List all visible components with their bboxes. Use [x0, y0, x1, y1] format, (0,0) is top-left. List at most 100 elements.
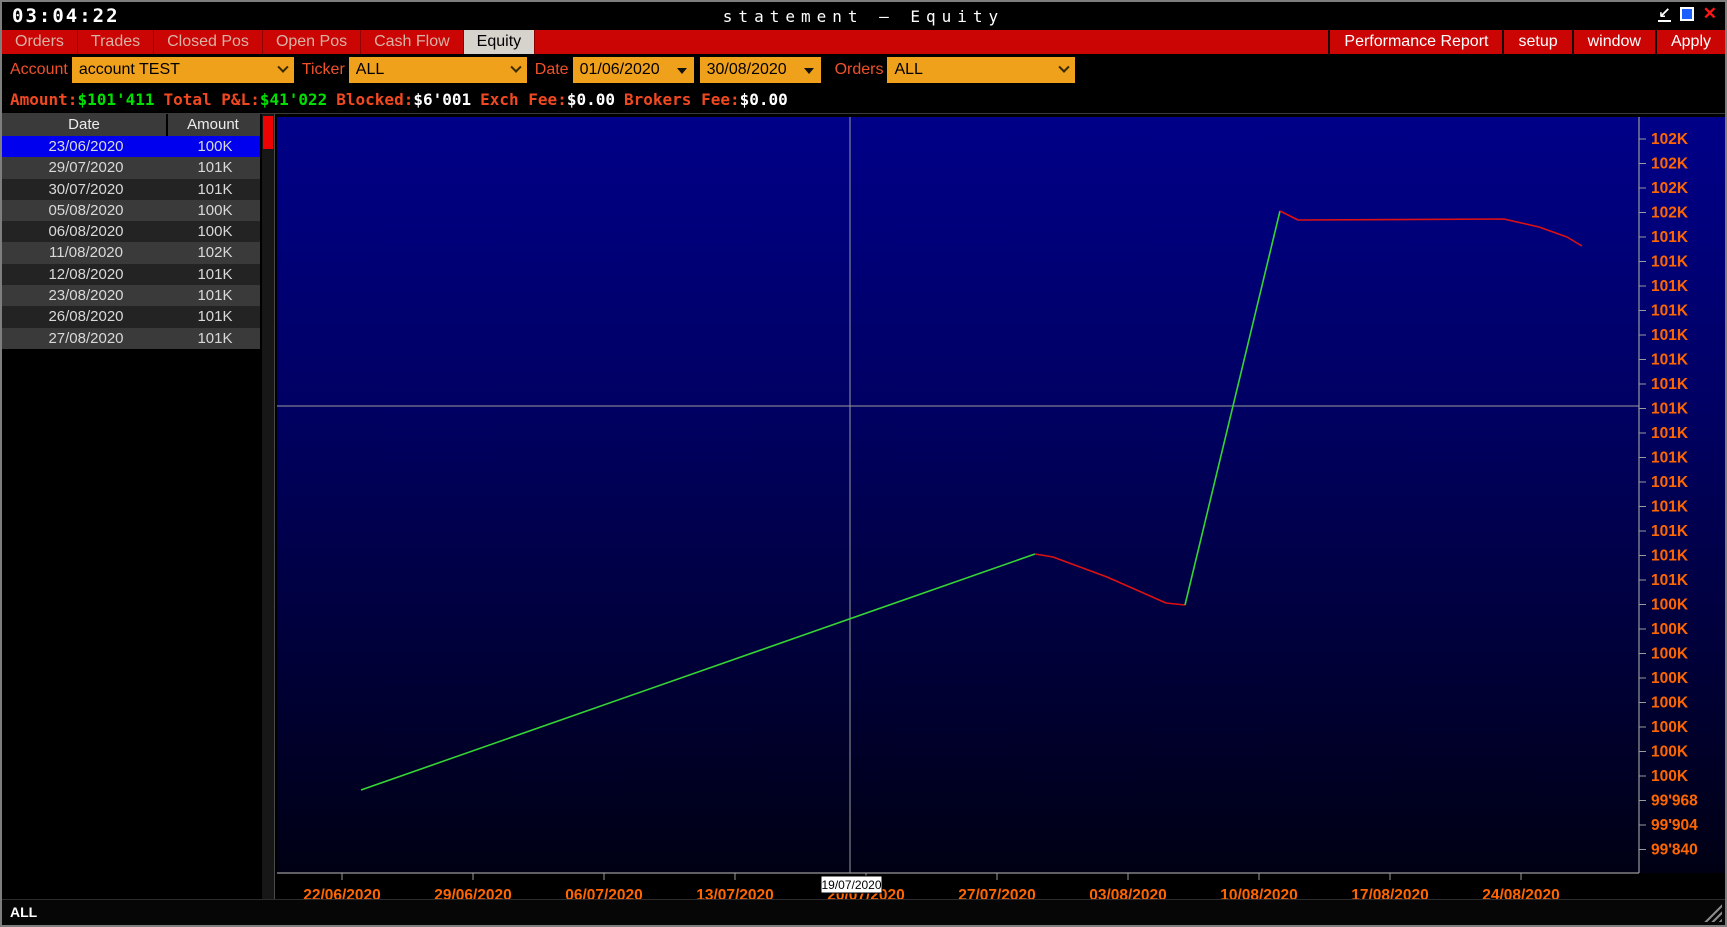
y-tick-label: 99'968: [1651, 793, 1698, 810]
y-tick-label: 100K: [1651, 768, 1689, 785]
summary-value: $0.00: [740, 90, 788, 109]
table-body: 23/06/2020100K29/07/2020101K30/07/202010…: [2, 136, 260, 349]
x-tick-label: 17/08/2020: [1351, 887, 1429, 899]
y-tick-label: 99'904: [1651, 817, 1698, 834]
y-tick-label: 100K: [1651, 597, 1689, 614]
table-row[interactable]: 11/08/2020102K: [2, 242, 260, 263]
chevron-down-icon: [510, 62, 521, 73]
table-row[interactable]: 29/07/2020101K: [2, 157, 260, 178]
cell-date: 29/07/2020: [2, 157, 170, 178]
tab-cash-flow[interactable]: Cash Flow: [361, 30, 464, 54]
cell-date: 27/08/2020: [2, 328, 170, 349]
cell-amount: 102K: [170, 242, 260, 263]
cell-date: 12/08/2020: [2, 264, 170, 285]
y-tick-label: 101K: [1651, 229, 1689, 246]
tab-trades[interactable]: Trades: [78, 30, 154, 54]
y-tick-label: 101K: [1651, 278, 1689, 295]
menu-item-performance-report[interactable]: Performance Report: [1328, 30, 1502, 54]
tab-open-pos[interactable]: Open Pos: [263, 30, 361, 54]
cell-amount: 100K: [170, 221, 260, 242]
y-tick-label: 100K: [1651, 621, 1689, 638]
menu-bar: OrdersTradesClosed PosOpen PosCash FlowE…: [2, 30, 1725, 54]
y-tick-label: 101K: [1651, 523, 1689, 540]
cell-amount: 101K: [170, 264, 260, 285]
x-axis-ticks: 22/06/202029/06/202006/07/202013/07/2020…: [303, 873, 1560, 899]
ticker-select[interactable]: ALL: [349, 57, 527, 83]
table-scrollbar[interactable]: [262, 114, 275, 899]
cell-date: 23/08/2020: [2, 285, 170, 306]
resize-grip[interactable]: [1704, 904, 1722, 922]
summary-label: Amount:: [10, 90, 77, 109]
dropdown-arrow-icon: [804, 68, 814, 79]
cell-date: 30/07/2020: [2, 179, 170, 200]
chevron-down-icon: [277, 62, 288, 73]
account-value: account TEST: [79, 61, 180, 79]
menu-item-window[interactable]: window: [1572, 30, 1655, 54]
account-select[interactable]: account TEST: [72, 57, 294, 83]
table-row[interactable]: 12/08/2020101K: [2, 264, 260, 285]
summary-value: $101'411: [77, 90, 154, 109]
tab-closed-pos[interactable]: Closed Pos: [154, 30, 263, 54]
menu-tabs: OrdersTradesClosed PosOpen PosCash FlowE…: [2, 30, 535, 54]
cell-amount: 101K: [170, 306, 260, 327]
x-tick-label: 27/07/2020: [958, 887, 1036, 899]
date-from-picker[interactable]: 01/06/2020: [573, 57, 694, 83]
ticker-label: Ticker: [302, 61, 345, 79]
y-tick-label: 101K: [1651, 352, 1689, 369]
y-tick-label: 101K: [1651, 450, 1689, 467]
window-controls: ↙ ✕: [1658, 6, 1717, 22]
y-tick-label: 101K: [1651, 499, 1689, 516]
y-tick-label: 101K: [1651, 474, 1689, 491]
date-to-picker[interactable]: 30/08/2020: [700, 57, 821, 83]
window-title: statement – Equity: [2, 7, 1725, 26]
y-tick-label: 102K: [1651, 180, 1689, 197]
menu-item-setup[interactable]: setup: [1502, 30, 1571, 54]
table-row[interactable]: 23/06/2020100K: [2, 136, 260, 157]
close-icon[interactable]: ✕: [1703, 6, 1717, 22]
cell-amount: 100K: [170, 200, 260, 221]
summary-label: Exch Fee:: [480, 90, 567, 109]
x-tick-label: 29/06/2020: [434, 887, 512, 899]
amounts-table: Date Amount 23/06/2020100K29/07/2020101K…: [2, 114, 260, 349]
y-tick-label: 101K: [1651, 548, 1689, 565]
orders-select[interactable]: ALL: [887, 57, 1075, 83]
cell-amount: 101K: [170, 179, 260, 200]
scrollbar-thumb[interactable]: [263, 116, 273, 149]
summary-label: Blocked:: [336, 90, 413, 109]
table-row[interactable]: 30/07/2020101K: [2, 179, 260, 200]
minimize-icon[interactable]: ↙: [1658, 6, 1671, 22]
orders-filter-label: Orders: [835, 61, 884, 79]
tab-equity[interactable]: Equity: [464, 30, 535, 54]
menu-item-apply[interactable]: Apply: [1655, 30, 1725, 54]
filter-bar: Account account TEST Ticker ALL Date 01/…: [2, 54, 1725, 86]
y-tick-label: 100K: [1651, 670, 1689, 687]
table-row[interactable]: 27/08/2020101K: [2, 328, 260, 349]
column-header-amount[interactable]: Amount: [168, 114, 258, 136]
equity-chart[interactable]: 102K102K102K102K101K101K101K101K101K101K…: [277, 114, 1725, 899]
x-tick-label: 03/08/2020: [1089, 887, 1167, 899]
y-tick-label: 100K: [1651, 744, 1689, 761]
y-tick-label: 102K: [1651, 156, 1689, 173]
y-tick-label: 101K: [1651, 303, 1689, 320]
y-tick-label: 101K: [1651, 376, 1689, 393]
cell-amount: 100K: [170, 136, 260, 157]
tooltip-text: 19/07/2020: [821, 878, 881, 892]
column-header-date[interactable]: Date: [2, 114, 168, 136]
y-tick-label: 100K: [1651, 695, 1689, 712]
y-tick-label: 101K: [1651, 572, 1689, 589]
crosshair-tooltip: 19/07/2020: [821, 876, 882, 893]
maximize-icon[interactable]: [1680, 7, 1694, 21]
y-tick-label: 101K: [1651, 425, 1689, 442]
chevron-down-icon: [1059, 62, 1070, 73]
table-row[interactable]: 06/08/2020100K: [2, 221, 260, 242]
summary-value: $41'022: [260, 90, 327, 109]
y-tick-label: 100K: [1651, 719, 1689, 736]
summary-value: $6'001: [413, 90, 471, 109]
table-row[interactable]: 23/08/2020101K: [2, 285, 260, 306]
tab-orders[interactable]: Orders: [2, 30, 78, 54]
date-from-value: 01/06/2020: [580, 61, 660, 79]
table-row[interactable]: 05/08/2020100K: [2, 200, 260, 221]
cell-amount: 101K: [170, 157, 260, 178]
cell-date: 23/06/2020: [2, 136, 170, 157]
table-row[interactable]: 26/08/2020101K: [2, 306, 260, 327]
